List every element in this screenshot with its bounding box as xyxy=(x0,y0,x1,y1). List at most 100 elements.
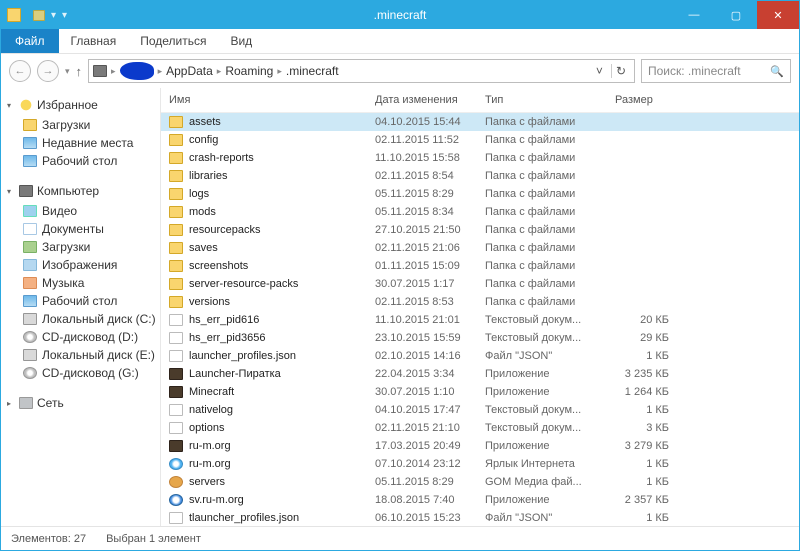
col-size[interactable]: Размер xyxy=(611,94,677,106)
file-row[interactable]: crash-reports 11.10.2015 15:58 Папка с ф… xyxy=(161,149,799,167)
network-label: Сеть xyxy=(37,396,64,410)
file-name: screenshots xyxy=(189,260,248,272)
file-row[interactable]: sv.ru-m.org 18.08.2015 7:40 Приложение 2… xyxy=(161,491,799,509)
file-row[interactable]: server-resource-packs 30.07.2015 1:17 Па… xyxy=(161,275,799,293)
file-size: 1 КБ xyxy=(611,458,677,470)
app-icon xyxy=(7,8,21,22)
file-row[interactable]: tlauncher_profiles.json 06.10.2015 15:23… xyxy=(161,509,799,526)
file-date: 05.11.2015 8:34 xyxy=(371,206,481,218)
tab-file[interactable]: Файл xyxy=(1,29,59,53)
file-date: 22.04.2015 3:34 xyxy=(371,368,481,380)
drive-icon xyxy=(23,259,37,271)
back-button[interactable]: ← xyxy=(9,60,31,82)
file-type: Приложение xyxy=(481,386,611,398)
sidebar-item[interactable]: Документы xyxy=(5,220,156,238)
recent-locations-icon[interactable]: ▾ xyxy=(65,66,70,77)
sidebar-item[interactable]: Загрузки xyxy=(5,238,156,256)
sidebar-item[interactable]: Локальный диск (C:) xyxy=(5,310,156,328)
file-icon xyxy=(169,422,183,434)
file-row[interactable]: config 02.11.2015 11:52 Папка с файлами xyxy=(161,131,799,149)
sidebar-item-label: CD-дисковод (G:) xyxy=(42,366,139,380)
file-name: saves xyxy=(189,242,218,254)
file-icon xyxy=(169,170,183,182)
qat-folder-icon[interactable] xyxy=(33,10,45,21)
sidebar-item-label: Локальный диск (C:) xyxy=(42,312,156,326)
close-button[interactable]: ✕ xyxy=(757,1,799,29)
sidebar-item[interactable]: Рабочий стол xyxy=(5,152,156,170)
file-type: Файл "JSON" xyxy=(481,350,611,362)
file-row[interactable]: libraries 02.11.2015 8:54 Папка с файлам… xyxy=(161,167,799,185)
file-size: 1 264 КБ xyxy=(611,386,677,398)
file-row[interactable]: Launcher-Пиратка 22.04.2015 3:34 Приложе… xyxy=(161,365,799,383)
forward-button[interactable]: → xyxy=(37,60,59,82)
file-row[interactable]: servers 05.11.2015 8:29 GOM Медиа фай...… xyxy=(161,473,799,491)
file-row[interactable]: resourcepacks 27.10.2015 21:50 Папка с ф… xyxy=(161,221,799,239)
file-row[interactable]: versions 02.11.2015 8:53 Папка с файлами xyxy=(161,293,799,311)
search-input[interactable]: Поиск: .minecraft 🔍 xyxy=(641,59,791,83)
file-row[interactable]: hs_err_pid3656 23.10.2015 15:59 Текстовы… xyxy=(161,329,799,347)
col-type[interactable]: Тип xyxy=(481,94,611,106)
sidebar-item[interactable]: Музыка xyxy=(5,274,156,292)
file-row[interactable]: screenshots 01.11.2015 15:09 Папка с фай… xyxy=(161,257,799,275)
sidebar-item[interactable]: CD-дисковод (G:) xyxy=(5,364,156,382)
file-row[interactable]: ru-m.org 17.03.2015 20:49 Приложение 3 2… xyxy=(161,437,799,455)
file-date: 30.07.2015 1:17 xyxy=(371,278,481,290)
drive-icon xyxy=(23,241,37,253)
breadcrumb[interactable]: ▸ ▸ AppData▸ Roaming▸ .minecraft ˅ ↻ xyxy=(88,59,635,83)
file-size: 3 279 КБ xyxy=(611,440,677,452)
sidebar-item-label: Загрузки xyxy=(42,118,90,132)
file-size: 1 КБ xyxy=(611,404,677,416)
maximize-button[interactable]: ▢ xyxy=(715,1,757,29)
refresh-button[interactable]: ↻ xyxy=(611,64,630,78)
favorites-header[interactable]: ▾Избранное xyxy=(5,96,156,116)
sidebar-item[interactable]: Недавние места xyxy=(5,134,156,152)
file-date: 02.11.2015 21:10 xyxy=(371,422,481,434)
file-type: Папка с файлами xyxy=(481,152,611,164)
qat-dropdown-icon[interactable]: ▾ xyxy=(51,10,56,21)
sidebar-item-label: Изображения xyxy=(42,258,117,272)
sidebar-item[interactable]: Загрузки xyxy=(5,116,156,134)
sidebar-item-label: CD-дисковод (D:) xyxy=(42,330,138,344)
file-row[interactable]: saves 02.11.2015 21:06 Папка с файлами xyxy=(161,239,799,257)
column-headers[interactable]: Имя Дата изменения Тип Размер xyxy=(161,88,799,113)
file-row[interactable]: options 02.11.2015 21:10 Текстовый докум… xyxy=(161,419,799,437)
sidebar-item[interactable]: CD-дисковод (D:) xyxy=(5,328,156,346)
tab-home[interactable]: Главная xyxy=(59,29,129,53)
file-type: Файл "JSON" xyxy=(481,512,611,524)
file-row[interactable]: assets 04.10.2015 15:44 Папка с файлами xyxy=(161,113,799,131)
breadcrumb-segment[interactable]: AppData xyxy=(166,64,213,78)
sidebar-item[interactable]: Изображения xyxy=(5,256,156,274)
file-date: 27.10.2015 21:50 xyxy=(371,224,481,236)
network-header[interactable]: ▸Сеть xyxy=(5,394,156,414)
window-title: .minecraft xyxy=(374,8,427,22)
file-row[interactable]: Minecraft 30.07.2015 1:10 Приложение 1 2… xyxy=(161,383,799,401)
computer-header[interactable]: ▾Компьютер xyxy=(5,182,156,202)
file-row[interactable]: logs 05.11.2015 8:29 Папка с файлами xyxy=(161,185,799,203)
breadcrumb-segment[interactable]: Roaming xyxy=(225,64,273,78)
up-button[interactable]: ↑ xyxy=(76,64,83,79)
pc-icon xyxy=(19,185,33,197)
folder-icon xyxy=(23,155,37,167)
tab-share[interactable]: Поделиться xyxy=(128,29,218,53)
favorites-label: Избранное xyxy=(37,98,98,112)
file-row[interactable]: nativelog 04.10.2015 17:47 Текстовый док… xyxy=(161,401,799,419)
qat-overflow-icon[interactable]: ▾ xyxy=(62,10,67,21)
minimize-button[interactable]: — xyxy=(673,1,715,29)
history-dropdown-icon[interactable]: ˅ xyxy=(596,64,607,78)
file-row[interactable]: ru-m.org 07.10.2014 23:12 Ярлык Интернет… xyxy=(161,455,799,473)
file-row[interactable]: launcher_profiles.json 02.10.2015 14:16 … xyxy=(161,347,799,365)
file-name: versions xyxy=(189,296,230,308)
sidebar-item[interactable]: Видео xyxy=(5,202,156,220)
sidebar-item[interactable]: Рабочий стол xyxy=(5,292,156,310)
file-name: Minecraft xyxy=(189,386,234,398)
col-date[interactable]: Дата изменения xyxy=(371,94,481,106)
sidebar-item[interactable]: Локальный диск (E:) xyxy=(5,346,156,364)
file-row[interactable]: mods 05.11.2015 8:34 Папка с файлами xyxy=(161,203,799,221)
col-name[interactable]: Имя xyxy=(165,94,371,106)
breadcrumb-segment[interactable]: .minecraft xyxy=(286,64,339,78)
file-row[interactable]: hs_err_pid616 11.10.2015 21:01 Текстовый… xyxy=(161,311,799,329)
file-date: 04.10.2015 17:47 xyxy=(371,404,481,416)
tab-view[interactable]: Вид xyxy=(218,29,264,53)
file-type: GOM Медиа фай... xyxy=(481,476,611,488)
drive-icon xyxy=(23,367,37,379)
